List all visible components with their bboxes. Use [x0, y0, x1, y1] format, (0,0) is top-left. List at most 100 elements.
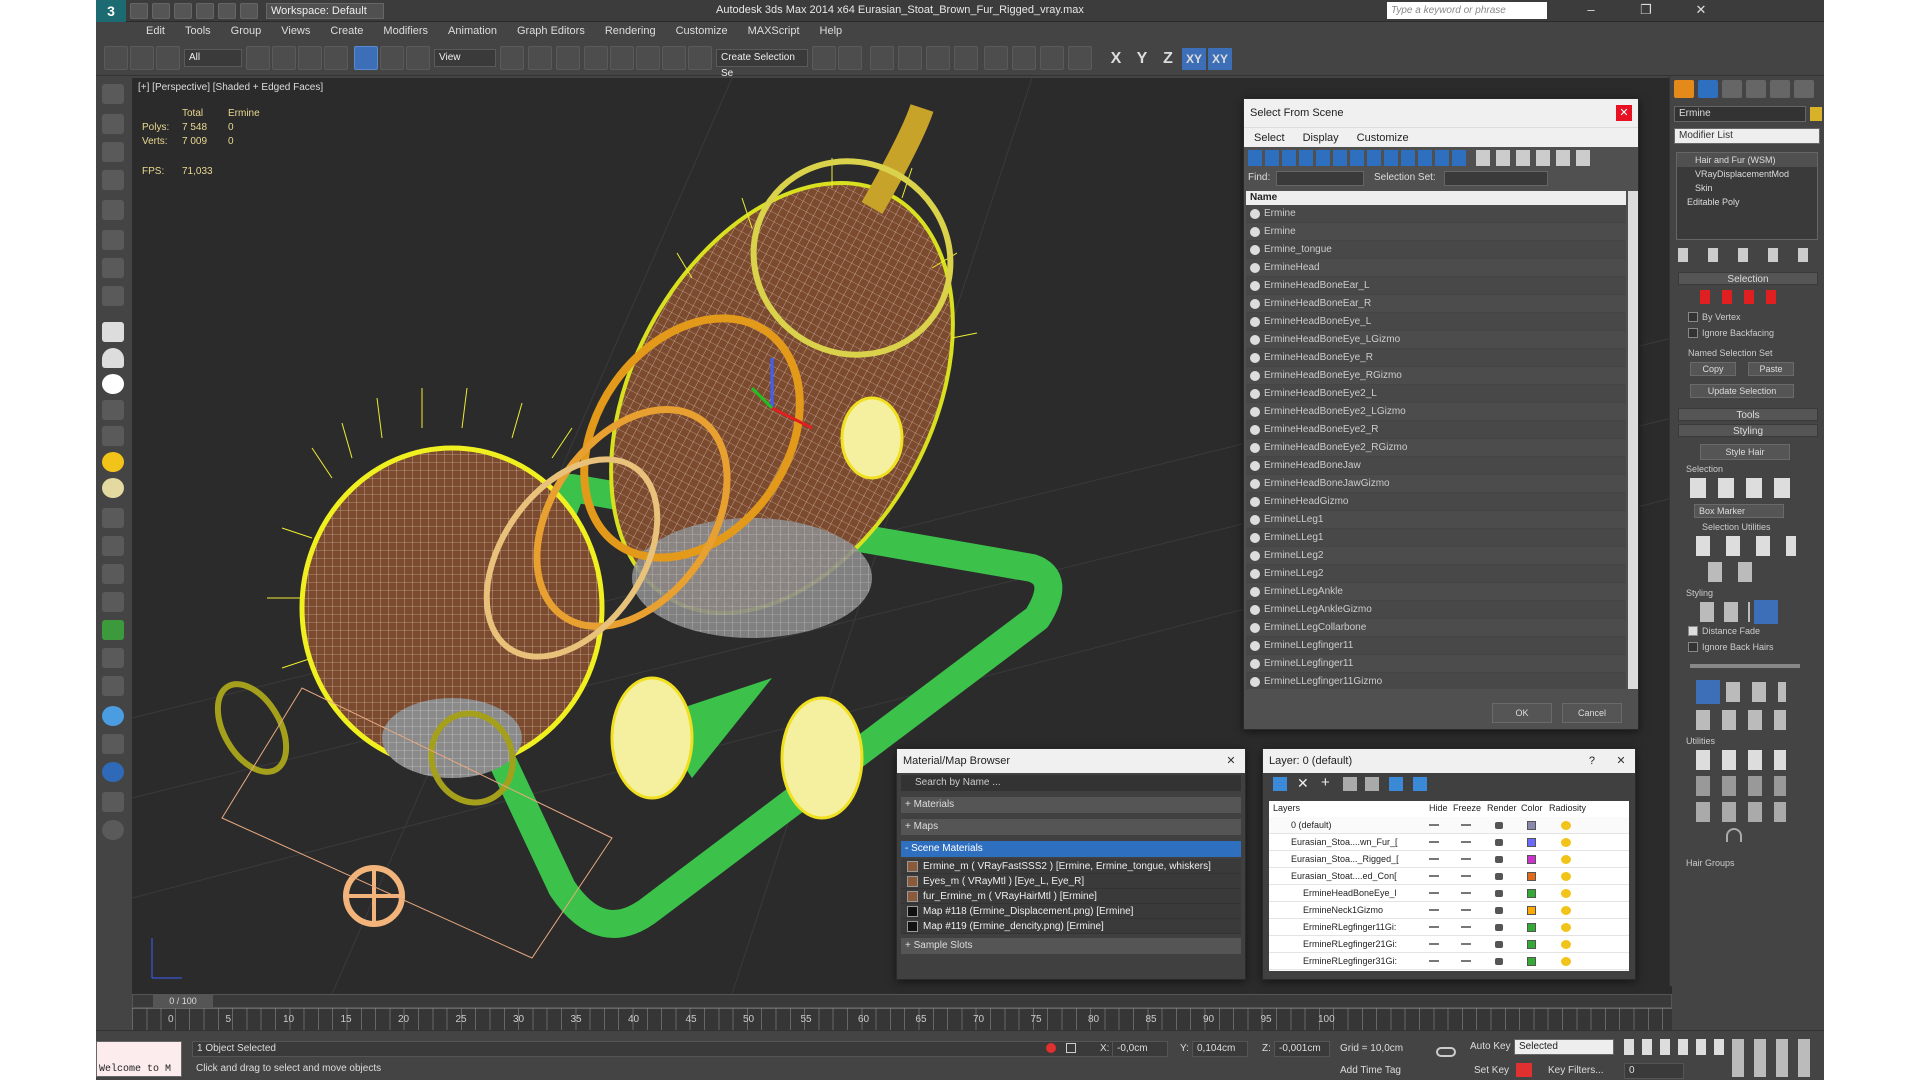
layer-color-swatch[interactable] — [1527, 940, 1536, 949]
menu-rendering[interactable]: Rendering — [605, 25, 656, 37]
render-production-icon[interactable] — [1068, 46, 1092, 70]
scene-object-row[interactable]: ErmineHeadBoneEye2_R — [1246, 421, 1626, 439]
ear-icon[interactable] — [102, 258, 124, 278]
filter-icons[interactable] — [1248, 150, 1468, 166]
scene-material-row[interactable]: Eyes_m ( VRayMtl ) [Eye_L, Eye_R] — [901, 874, 1241, 889]
scene-object-row[interactable]: ErmineLLegfinger11 — [1246, 655, 1626, 673]
layer-row[interactable]: ErmineRLegfinger21Gi: — [1269, 936, 1629, 953]
globe-icon[interactable] — [102, 706, 124, 726]
select-in-layer-icon[interactable] — [1343, 777, 1357, 791]
restore-icon[interactable]: ❐ — [1631, 2, 1661, 20]
freeze-toggle[interactable] — [1461, 943, 1471, 945]
playback-controls[interactable] — [1624, 1039, 1724, 1055]
align-icon[interactable] — [838, 46, 862, 70]
close-icon[interactable]: ✕ — [1686, 2, 1716, 20]
hide-toggle[interactable] — [1429, 892, 1439, 894]
y-coordinate-field[interactable]: 0,104cm — [1192, 1041, 1248, 1057]
render-teapot-icon[interactable] — [1495, 924, 1503, 931]
layer-row[interactable]: Eurasian_Stoa....wn_Fur_[ — [1269, 834, 1629, 851]
layer-row[interactable]: ErmineRLegfinger31Gi: — [1269, 953, 1629, 970]
project-folder-icon[interactable] — [240, 2, 258, 19]
scene-object-row[interactable]: ErmineLLegAnkleGizmo — [1246, 601, 1626, 619]
lock-selection-icon[interactable] — [1066, 1043, 1076, 1053]
render-teapot-icon[interactable] — [1495, 839, 1503, 846]
col-layers[interactable]: Layers — [1273, 803, 1300, 813]
angle-snap-icon[interactable] — [610, 46, 634, 70]
layer-color-swatch[interactable] — [1527, 872, 1536, 881]
hide-toggle[interactable] — [1429, 858, 1439, 860]
render-teapot-icon[interactable] — [1495, 958, 1503, 965]
sun-icon[interactable] — [102, 452, 124, 472]
hide-toggle[interactable] — [1429, 909, 1439, 911]
rendered-frame-icon[interactable] — [1040, 46, 1064, 70]
stack-item[interactable]: Hair and Fur (WSM) — [1677, 153, 1817, 167]
menu-edit[interactable]: Edit — [146, 25, 165, 37]
close-icon[interactable]: ✕ — [1223, 753, 1239, 769]
pivot-center-icon[interactable] — [500, 46, 524, 70]
brush-icon[interactable] — [102, 676, 124, 696]
layer-color-swatch[interactable] — [1527, 838, 1536, 847]
layer-color-swatch[interactable] — [1527, 906, 1536, 915]
menu-select[interactable]: Select — [1254, 132, 1285, 144]
scene-object-row[interactable]: ErmineHeadBoneEye_R — [1246, 349, 1626, 367]
display-icon[interactable] — [102, 792, 124, 812]
grid-icon[interactable] — [102, 170, 124, 190]
render-teapot-icon[interactable] — [1495, 907, 1503, 914]
layer-color-swatch[interactable] — [1527, 923, 1536, 932]
render-setup-icon[interactable] — [1012, 46, 1036, 70]
scene-object-row[interactable]: ErmineHeadBoneEar_R — [1246, 295, 1626, 313]
stack-item[interactable]: Editable Poly — [1677, 195, 1817, 209]
styling-rollout[interactable]: Styling — [1678, 424, 1818, 437]
select-and-scale-icon[interactable] — [406, 46, 430, 70]
axis-xy-button[interactable]: XY — [1182, 48, 1206, 70]
schematic-view-icon[interactable] — [954, 46, 978, 70]
selection-filter-dropdown[interactable]: All — [184, 49, 242, 67]
percent-snap-icon[interactable] — [636, 46, 660, 70]
scene-object-row[interactable]: ErmineLLeg1 — [1246, 511, 1626, 529]
layer-row[interactable]: 0 (default) — [1269, 817, 1629, 834]
material-editor-icon[interactable] — [984, 46, 1008, 70]
freeze-toggle[interactable] — [1461, 858, 1471, 860]
layer-row[interactable]: ErmineHeadBoneEye_l — [1269, 885, 1629, 902]
select-and-move-icon[interactable] — [354, 46, 378, 70]
help-search-input[interactable]: Type a keyword or phrase — [1387, 2, 1547, 19]
dynamics-icon[interactable] — [102, 536, 124, 556]
freeze-toggle[interactable] — [1461, 875, 1471, 877]
scene-material-row[interactable]: Map #118 (Ermine_Displacement.png) [Ermi… — [901, 904, 1241, 919]
scene-object-row[interactable]: ErmineHeadGizmo — [1246, 493, 1626, 511]
hair-select-icons[interactable] — [1690, 478, 1800, 498]
snaps-toggle-icon[interactable] — [584, 46, 608, 70]
scene-object-row[interactable]: ErmineHeadBoneJaw — [1246, 457, 1626, 475]
menu-create[interactable]: Create — [330, 25, 363, 37]
scene-object-row[interactable]: ErmineLLegfinger11Gizmo — [1246, 673, 1626, 689]
comb-active-icon[interactable] — [1754, 600, 1778, 624]
stack-tools-icons[interactable] — [1678, 248, 1818, 262]
viewport-navigation-controls[interactable] — [1732, 1039, 1818, 1077]
subobject-icons[interactable] — [1700, 290, 1780, 304]
plant-icon[interactable] — [102, 620, 124, 640]
ok-button[interactable]: OK — [1492, 703, 1552, 723]
sample-slots-group[interactable]: + Sample Slots — [901, 938, 1241, 954]
add-time-tag[interactable]: Add Time Tag — [1340, 1065, 1401, 1076]
render-teapot-icon[interactable] — [1495, 890, 1503, 897]
menu-views[interactable]: Views — [281, 25, 310, 37]
scene-object-row[interactable]: ErmineLLeg1 — [1246, 529, 1626, 547]
layer-color-swatch[interactable] — [1527, 889, 1536, 898]
x-coordinate-field[interactable]: -0,0cm — [1112, 1041, 1168, 1057]
scene-object-row[interactable]: ErmineHead — [1246, 259, 1626, 277]
freeze-toggle[interactable] — [1461, 892, 1471, 894]
axis-x-button[interactable]: X — [1104, 48, 1128, 70]
axis-y-button[interactable]: Y — [1130, 48, 1154, 70]
find-input[interactable] — [1276, 171, 1364, 186]
freeze-toggle[interactable] — [1461, 841, 1471, 843]
search-by-name-input[interactable]: Search by Name ... — [901, 775, 1241, 791]
set-key-icon[interactable] — [1516, 1063, 1532, 1077]
create-tab-icon[interactable] — [1674, 80, 1694, 98]
col-radiosity[interactable]: Radiosity — [1549, 803, 1586, 813]
menu-display[interactable]: Display — [1303, 132, 1339, 144]
menu-help[interactable]: Help — [820, 25, 843, 37]
radiosity-icon[interactable] — [1561, 906, 1571, 915]
named-selection-dropdown[interactable]: Create Selection Se — [716, 49, 808, 79]
scene-object-row[interactable]: Ermine_tongue — [1246, 241, 1626, 259]
scene-object-row[interactable]: ErmineHeadBoneEye_RGizmo — [1246, 367, 1626, 385]
